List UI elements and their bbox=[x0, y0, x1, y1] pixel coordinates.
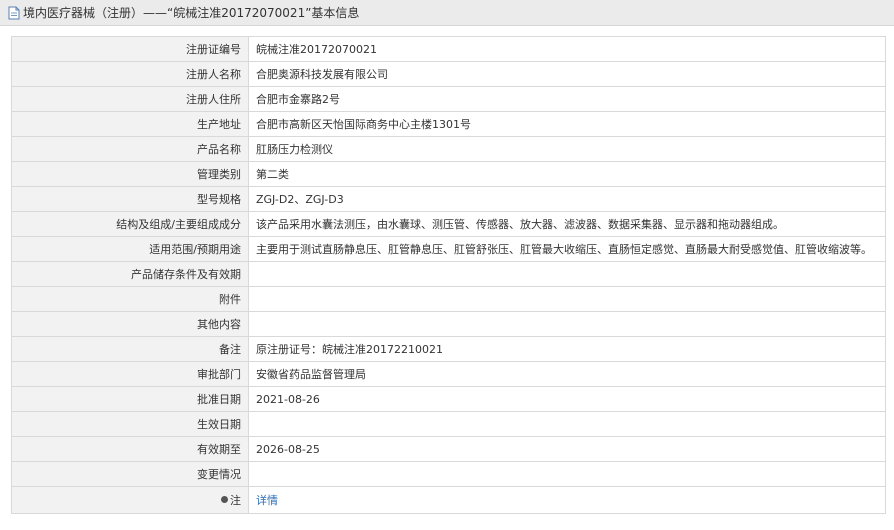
field-label: 备注 bbox=[11, 336, 249, 362]
field-label: 结构及组成/主要组成成分 bbox=[11, 211, 249, 237]
field-value: 合肥奥源科技发展有限公司 bbox=[248, 61, 886, 87]
table-row: 附件 bbox=[11, 286, 886, 312]
table-row: 注册人名称 合肥奥源科技发展有限公司 bbox=[11, 61, 886, 87]
table-row: 生效日期 bbox=[11, 411, 886, 437]
field-value: 该产品采用水囊法测压，由水囊球、测压管、传感器、放大器、滤波器、数据采集器、显示… bbox=[248, 211, 886, 237]
field-value: 肛肠压力检测仪 bbox=[248, 136, 886, 162]
field-value bbox=[248, 286, 886, 312]
field-value: 第二类 bbox=[248, 161, 886, 187]
details-link[interactable]: 详情 bbox=[248, 486, 886, 514]
field-label: 管理类别 bbox=[11, 161, 249, 187]
table-row: 有效期至 2026-08-25 bbox=[11, 436, 886, 462]
note-label-text: 注 bbox=[230, 494, 241, 507]
field-value bbox=[248, 411, 886, 437]
table-row: 备注 原注册证号：皖械注准20172210021 bbox=[11, 336, 886, 362]
field-label: 附件 bbox=[11, 286, 249, 312]
field-label: 有效期至 bbox=[11, 436, 249, 462]
note-row: 注 详情 bbox=[11, 486, 886, 514]
table-row: 其他内容 bbox=[11, 311, 886, 337]
field-label: 注册证编号 bbox=[11, 36, 249, 62]
field-label: 审批部门 bbox=[11, 361, 249, 387]
page-title: 境内医疗器械（注册）——“皖械注准20172070021”基本信息 bbox=[23, 6, 360, 20]
field-label: 型号规格 bbox=[11, 186, 249, 212]
table-row: 审批部门 安徽省药品监督管理局 bbox=[11, 361, 886, 387]
field-value: 皖械注准20172070021 bbox=[248, 36, 886, 62]
field-value: 安徽省药品监督管理局 bbox=[248, 361, 886, 387]
field-label: 适用范围/预期用途 bbox=[11, 236, 249, 262]
field-label: 生效日期 bbox=[11, 411, 249, 437]
field-value: 原注册证号：皖械注准20172210021 bbox=[248, 336, 886, 362]
field-label: 生产地址 bbox=[11, 111, 249, 137]
field-label: 批准日期 bbox=[11, 386, 249, 412]
table-row: 注册证编号 皖械注准20172070021 bbox=[11, 36, 886, 62]
table-row: 适用范围/预期用途 主要用于测试直肠静息压、肛管静息压、肛管舒张压、肛管最大收缩压… bbox=[11, 236, 886, 262]
field-value bbox=[248, 311, 886, 337]
table-row: 产品名称 肛肠压力检测仪 bbox=[11, 136, 886, 162]
field-value bbox=[248, 261, 886, 287]
table-row: 型号规格 ZGJ-D2、ZGJ-D3 bbox=[11, 186, 886, 212]
field-value bbox=[248, 461, 886, 487]
table-row: 结构及组成/主要组成成分 该产品采用水囊法测压，由水囊球、测压管、传感器、放大器、… bbox=[11, 211, 886, 237]
table-row: 产品储存条件及有效期 bbox=[11, 261, 886, 287]
note-label: 注 bbox=[11, 486, 249, 514]
device-info-table: 注册证编号 皖械注准20172070021 注册人名称 合肥奥源科技发展有限公司 注册人… bbox=[11, 36, 886, 514]
field-value: 2026-08-25 bbox=[248, 436, 886, 462]
field-label: 产品名称 bbox=[11, 136, 249, 162]
field-label: 注册人名称 bbox=[11, 61, 249, 87]
field-value: ZGJ-D2、ZGJ-D3 bbox=[248, 186, 886, 212]
table-row: 批准日期 2021-08-26 bbox=[11, 386, 886, 412]
table-row: 注册人住所 合肥市金寨路2号 bbox=[11, 86, 886, 112]
field-value: 主要用于测试直肠静息压、肛管静息压、肛管舒张压、肛管最大收缩压、直肠恒定感觉、直… bbox=[248, 236, 886, 262]
bullet-icon bbox=[221, 496, 228, 503]
field-value: 合肥市高新区天怡国际商务中心主楼1301号 bbox=[248, 111, 886, 137]
field-label: 变更情况 bbox=[11, 461, 249, 487]
table-row: 生产地址 合肥市高新区天怡国际商务中心主楼1301号 bbox=[11, 111, 886, 137]
page-header: 境内医疗器械（注册）——“皖械注准20172070021”基本信息 bbox=[0, 0, 894, 26]
field-label: 产品储存条件及有效期 bbox=[11, 261, 249, 287]
field-label: 其他内容 bbox=[11, 311, 249, 337]
table-row: 管理类别 第二类 bbox=[11, 161, 886, 187]
table-row: 变更情况 bbox=[11, 461, 886, 487]
document-icon bbox=[8, 6, 20, 19]
field-value: 2021-08-26 bbox=[248, 386, 886, 412]
field-value: 合肥市金寨路2号 bbox=[248, 86, 886, 112]
field-label: 注册人住所 bbox=[11, 86, 249, 112]
